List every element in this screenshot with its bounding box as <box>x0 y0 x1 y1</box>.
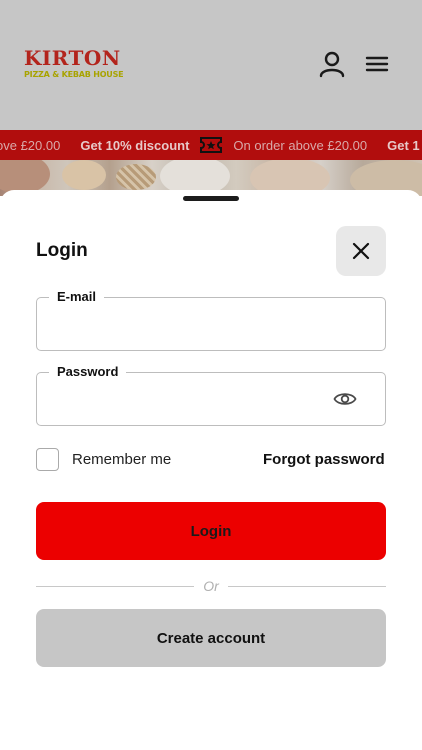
password-label: Password <box>49 364 127 380</box>
remember-me[interactable]: Remember me <box>36 448 171 471</box>
sheet-drag-handle[interactable] <box>183 196 239 201</box>
hamburger-menu-icon <box>365 56 389 72</box>
show-password-icon[interactable] <box>333 390 357 408</box>
promo-text: ove £20.00 <box>0 137 61 153</box>
promo-highlight: Get 10% discount <box>80 137 190 153</box>
login-title: Login <box>36 240 88 261</box>
ticket-star-icon <box>200 137 223 153</box>
email-input[interactable] <box>53 312 323 336</box>
dish-image <box>0 160 50 194</box>
dish-image <box>62 160 106 190</box>
user-icon <box>319 51 345 78</box>
forgot-password-link[interactable]: Forgot password <box>263 451 385 468</box>
promo-highlight: Get 1 <box>387 137 420 153</box>
close-button[interactable] <box>336 226 386 276</box>
brand-name: KIRTON <box>24 46 121 70</box>
menu-button[interactable] <box>364 52 390 76</box>
password-input[interactable] <box>53 387 323 411</box>
user-account-button[interactable] <box>318 50 346 78</box>
promo-text: On order above £20.00 <box>233 137 368 153</box>
email-label: E-mail <box>49 289 105 305</box>
close-icon <box>352 242 370 260</box>
or-divider: Or <box>36 576 386 596</box>
brand-tagline: PIZZA & KEBAB HOUSE <box>24 70 124 79</box>
password-field[interactable]: Password <box>36 364 386 426</box>
promo-ticker: ove £20.00 Get 10% discount On order abo… <box>0 130 422 160</box>
email-field[interactable]: E-mail <box>36 289 386 351</box>
dish-image <box>116 164 156 190</box>
brand-logo[interactable]: KIRTON PIZZA & KEBAB HOUSE <box>24 46 124 80</box>
divider-line-right <box>228 586 386 587</box>
app-header: KIRTON PIZZA & KEBAB HOUSE <box>0 0 422 130</box>
remember-me-label: Remember me <box>72 451 172 468</box>
remember-me-checkbox[interactable] <box>36 448 59 471</box>
login-button[interactable]: Login <box>36 502 386 560</box>
create-account-button[interactable]: Create account <box>36 609 386 667</box>
login-sheet: Login E-mail Password Remember me Forgot… <box>0 190 422 750</box>
